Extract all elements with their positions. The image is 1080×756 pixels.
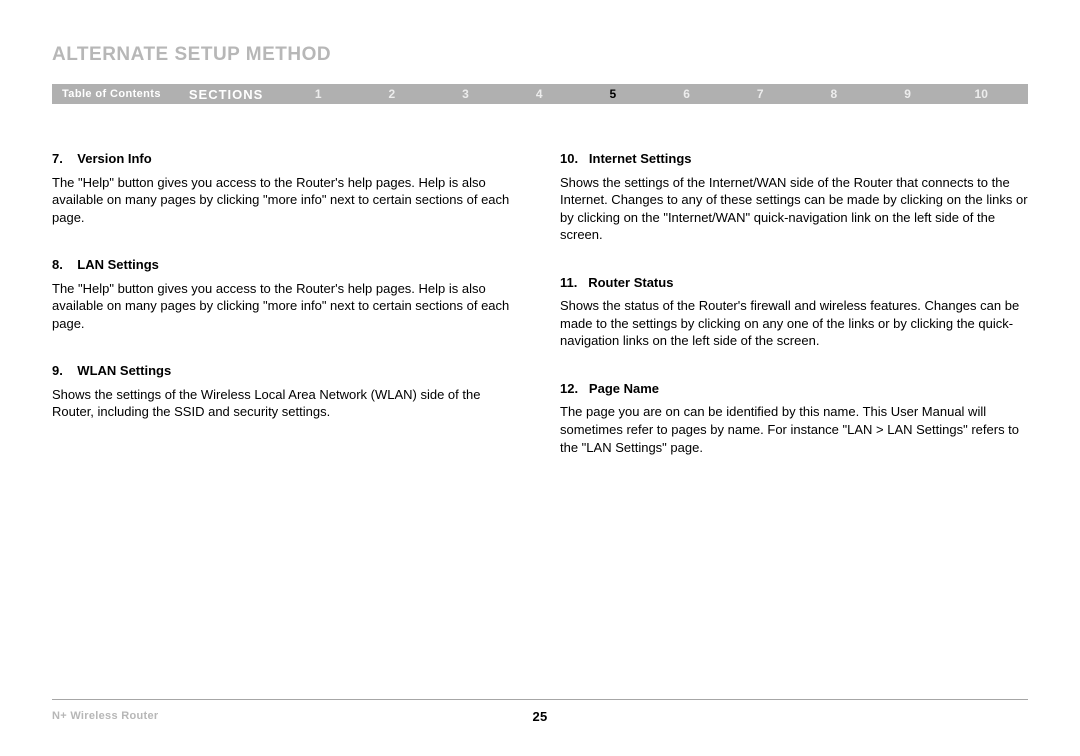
page-footer: N+ Wireless Router 25: [52, 699, 1028, 722]
item-7: 7. Version Info The "Help" button gives …: [52, 150, 520, 226]
footer-spacer: [1025, 710, 1028, 722]
left-column: 7. Version Info The "Help" button gives …: [52, 150, 520, 486]
item-title: WLAN Settings: [77, 363, 171, 378]
item-title: Version Info: [77, 151, 151, 166]
page-title: ALTERNATE SETUP METHOD: [52, 44, 1028, 66]
item-title: Page Name: [589, 381, 659, 396]
section-link-9[interactable]: 9: [871, 87, 945, 101]
section-link-6[interactable]: 6: [650, 87, 724, 101]
item-body: Shows the settings of the Wireless Local…: [52, 386, 520, 421]
section-link-7[interactable]: 7: [723, 87, 797, 101]
section-numbers: 1 2 3 4 5 6 7 8 9 10: [281, 87, 1028, 101]
toc-link[interactable]: Table of Contents: [62, 88, 161, 100]
item-heading: 7. Version Info: [52, 150, 520, 168]
right-column: 10. Internet Settings Shows the settings…: [560, 150, 1028, 486]
footer-row: N+ Wireless Router 25: [52, 710, 1028, 722]
item-heading: 9. WLAN Settings: [52, 362, 520, 380]
section-link-10[interactable]: 10: [944, 87, 1018, 101]
sections-label: SECTIONS: [189, 87, 263, 102]
section-link-1[interactable]: 1: [281, 87, 355, 101]
item-num: 9.: [52, 363, 63, 378]
item-body: The "Help" button gives you access to th…: [52, 174, 520, 227]
item-num: 8.: [52, 257, 63, 272]
content-columns: 7. Version Info The "Help" button gives …: [52, 150, 1028, 486]
item-11: 11. Router Status Shows the status of th…: [560, 274, 1028, 350]
item-num: 10.: [560, 151, 578, 166]
item-title: LAN Settings: [77, 257, 159, 272]
item-heading: 8. LAN Settings: [52, 256, 520, 274]
item-heading: 12. Page Name: [560, 380, 1028, 398]
product-name: N+ Wireless Router: [52, 710, 158, 722]
section-link-3[interactable]: 3: [429, 87, 503, 101]
document-page: ALTERNATE SETUP METHOD Table of Contents…: [0, 0, 1080, 756]
section-link-8[interactable]: 8: [797, 87, 871, 101]
item-body: The page you are on can be identified by…: [560, 403, 1028, 456]
item-9: 9. WLAN Settings Shows the settings of t…: [52, 362, 520, 421]
item-title: Internet Settings: [589, 151, 692, 166]
item-heading: 10. Internet Settings: [560, 150, 1028, 168]
section-link-4[interactable]: 4: [502, 87, 576, 101]
page-number: 25: [532, 709, 547, 724]
item-heading: 11. Router Status: [560, 274, 1028, 292]
item-body: Shows the settings of the Internet/WAN s…: [560, 174, 1028, 244]
item-12: 12. Page Name The page you are on can be…: [560, 380, 1028, 456]
item-body: Shows the status of the Router's firewal…: [560, 297, 1028, 350]
item-body: The "Help" button gives you access to th…: [52, 280, 520, 333]
item-num: 12.: [560, 381, 578, 396]
item-10: 10. Internet Settings Shows the settings…: [560, 150, 1028, 244]
section-navbar: Table of Contents SECTIONS 1 2 3 4 5 6 7…: [52, 84, 1028, 104]
section-link-5[interactable]: 5: [576, 87, 650, 101]
item-num: 7.: [52, 151, 63, 166]
footer-divider: [52, 699, 1028, 700]
item-8: 8. LAN Settings The "Help" button gives …: [52, 256, 520, 332]
item-num: 11.: [560, 275, 577, 290]
section-link-2[interactable]: 2: [355, 87, 429, 101]
item-title: Router Status: [588, 275, 673, 290]
